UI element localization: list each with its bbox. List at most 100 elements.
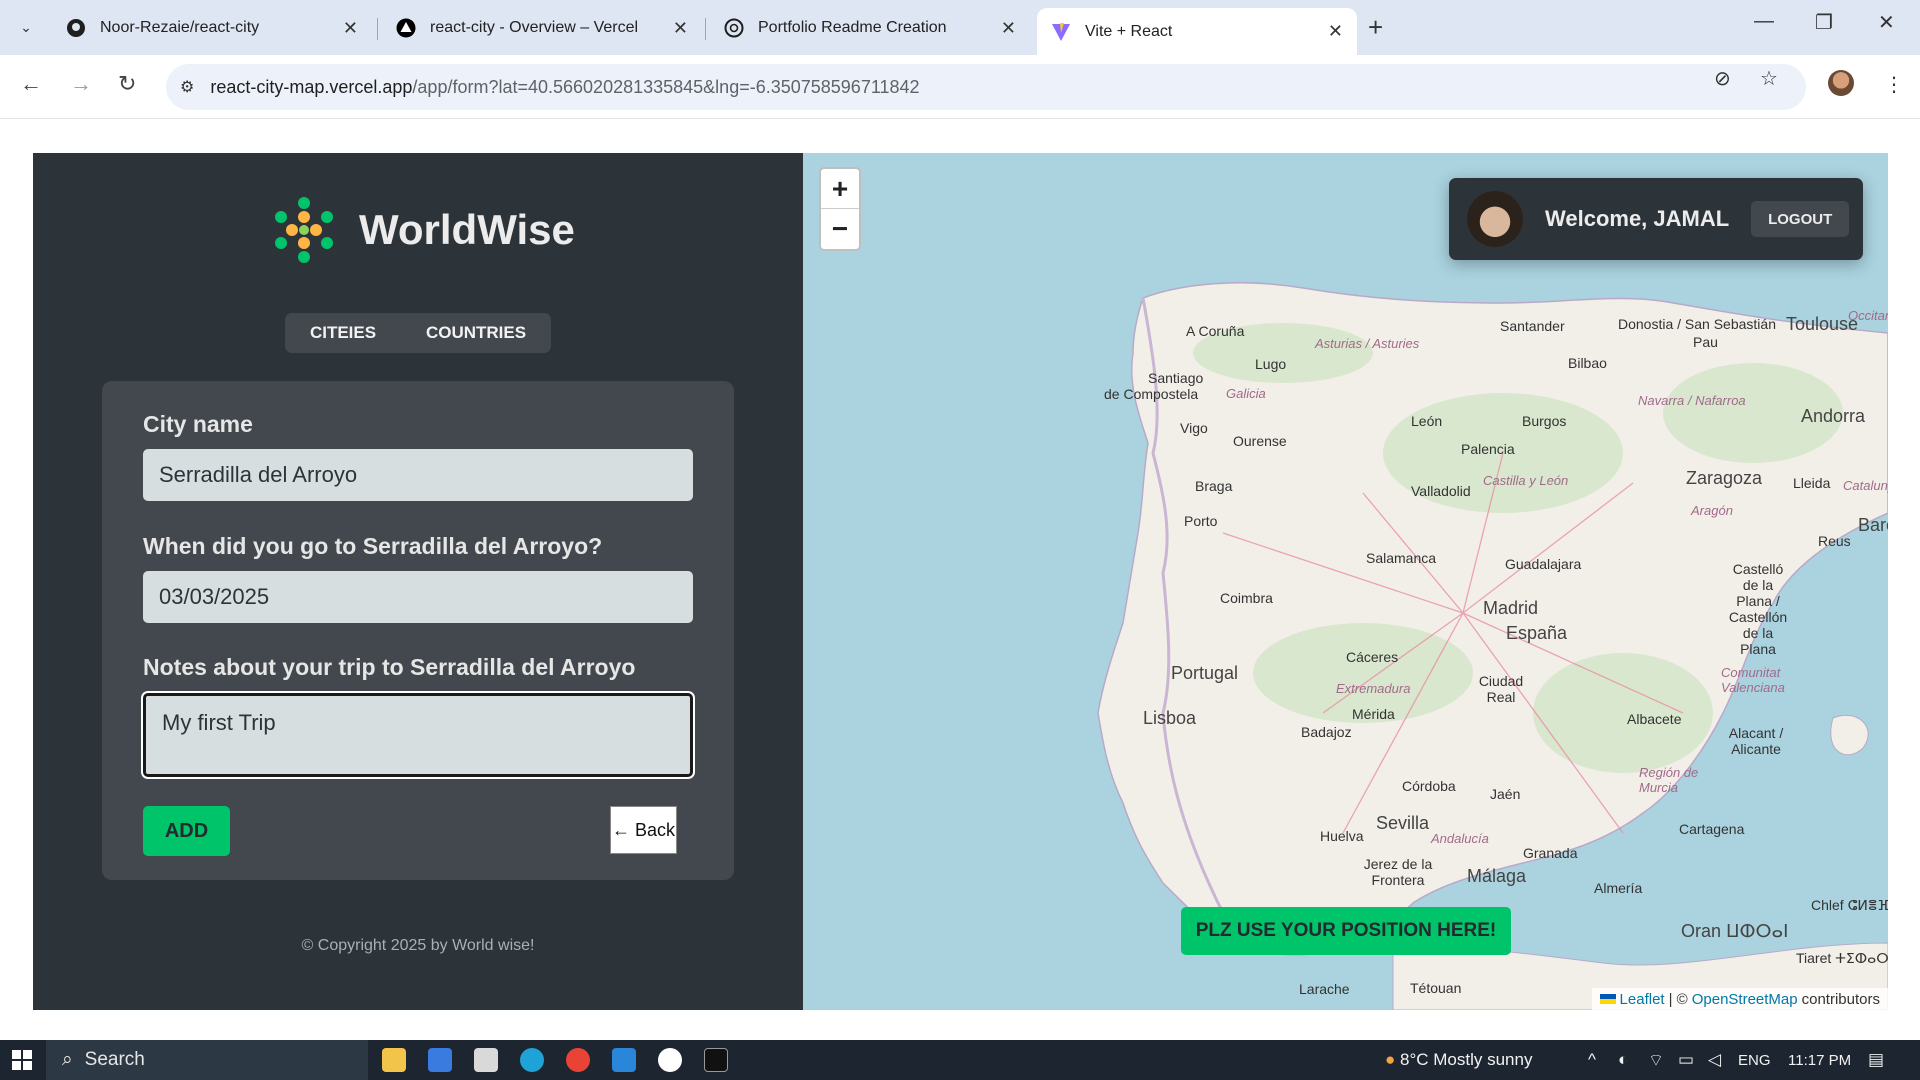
notes-label: Notes about your trip to Serradilla del … [143, 654, 636, 680]
browser-tab-bar: ⌄ Noor-Rezaie/react-city ✕ react-city - … [0, 0, 1920, 55]
notifications-icon[interactable]: ▤ [1868, 1050, 1884, 1070]
map-label: Santiago [1148, 370, 1204, 386]
chrome-icon[interactable] [566, 1048, 590, 1072]
zoom-control: + − [819, 167, 861, 251]
map-label: Oran ⵡⵀⵔⴰⵏ [1681, 921, 1789, 941]
new-tab-button[interactable]: + [1368, 12, 1383, 43]
map-label: Navarra / Nafarroa [1638, 393, 1746, 408]
map-label: Castelló de la Plana / Castellón de la P… [1728, 561, 1788, 657]
map-label: Almería [1594, 880, 1643, 896]
worldwise-logo-icon [269, 195, 339, 265]
map-label: Burgos [1522, 413, 1567, 429]
map-label: A Coruña [1186, 323, 1245, 339]
back-button[interactable]: ← Back [610, 806, 677, 854]
leaflet-flag-icon [1599, 994, 1616, 1004]
profile-avatar[interactable] [1828, 70, 1854, 96]
close-window-icon[interactable]: ✕ [1878, 10, 1895, 35]
map-label: Mérida [1352, 706, 1395, 722]
map-label: Portugal [1171, 663, 1239, 683]
terminal-icon[interactable] [704, 1048, 728, 1072]
tab-vite-react[interactable]: Vite + React ✕ [1037, 8, 1357, 55]
map-label: Santander [1500, 318, 1565, 334]
tab-portfolio[interactable]: Portfolio Readme Creation ✕ [710, 8, 1030, 48]
map-label: Jerez de la Frontera [1363, 856, 1433, 888]
zoom-out-button[interactable]: − [821, 209, 859, 249]
tracking-protection-icon[interactable]: ⊘ [1714, 66, 1731, 91]
map-label: Sevilla [1376, 813, 1430, 833]
file-explorer-icon[interactable] [382, 1048, 406, 1072]
logout-button[interactable]: LOGOUT [1751, 201, 1850, 237]
close-icon[interactable]: ✕ [1001, 18, 1016, 39]
nav-countries[interactable]: COUNTRIES [426, 323, 526, 343]
mail-icon[interactable] [474, 1048, 498, 1072]
map-label: Extremadura [1336, 681, 1411, 696]
windows-start-icon[interactable] [12, 1050, 32, 1075]
map-label: Castilla y León [1483, 473, 1569, 488]
site-info-icon[interactable]: ⚙ [180, 77, 194, 97]
logo[interactable]: WorldWise [267, 193, 575, 267]
map-label: Andalucía [1431, 831, 1489, 846]
map-label: Tétouan [1410, 980, 1462, 996]
map-label: Madrid [1483, 598, 1539, 618]
store-icon[interactable] [428, 1048, 452, 1072]
clock[interactable]: 11:17 PM [1788, 1052, 1851, 1069]
map-label: Larache [1299, 981, 1350, 997]
close-icon[interactable]: ✕ [673, 18, 688, 39]
browser-menu-icon[interactable]: ⋮ [1884, 72, 1904, 97]
language-indicator[interactable]: ENG [1738, 1052, 1771, 1069]
attribution-separator: | © [1668, 990, 1688, 1008]
map-label: Palencia [1461, 441, 1515, 457]
date-input[interactable]: 03/03/2025 [143, 571, 693, 623]
map-label: Occitanie [1848, 308, 1888, 323]
nav-cities[interactable]: CITEIES [310, 323, 376, 343]
reload-icon[interactable]: ↻ [118, 71, 136, 97]
wifi-icon[interactable]: ⌔ [1648, 1050, 1664, 1071]
tab-title: Portfolio Readme Creation [758, 19, 947, 36]
map-label: Córdoba [1402, 778, 1456, 794]
weather-icon: ● [1385, 1050, 1396, 1069]
search-icon: ⌕ [62, 1049, 73, 1070]
volume-icon[interactable]: ◁ [1708, 1050, 1721, 1070]
map-label: Cartagena [1679, 821, 1745, 837]
github-icon [66, 18, 86, 38]
map-label: Donostia / San Sebastián [1618, 316, 1776, 332]
vscode-icon[interactable] [612, 1048, 636, 1072]
tab-github[interactable]: Noor-Rezaie/react-city ✕ [52, 8, 372, 48]
use-position-button[interactable]: PLZ USE YOUR POSITION HERE! [1181, 907, 1511, 955]
close-icon[interactable]: ✕ [343, 18, 358, 39]
close-icon[interactable]: ✕ [1328, 21, 1343, 42]
back-arrow-icon[interactable]: ← [20, 71, 42, 97]
tab-title: Noor-Rezaie/react-city [100, 19, 260, 36]
notes-textarea[interactable]: My first Trip [143, 693, 693, 777]
map-container[interactable]: A Coruña Lugo Santiago de Compostela Gal… [803, 153, 1888, 1010]
map-label: Lleida [1793, 475, 1831, 491]
restore-icon[interactable]: ❐ [1815, 10, 1833, 35]
tab-vercel[interactable]: react-city - Overview – Vercel ✕ [382, 8, 702, 48]
forward-arrow-icon[interactable]: → [70, 71, 92, 97]
avatar [1467, 191, 1523, 247]
vite-icon [1051, 22, 1071, 42]
tab-search-icon[interactable]: ⌄ [10, 12, 42, 42]
weather-widget[interactable]: ● 8°C Mostly sunny [1385, 1050, 1532, 1070]
map-label: Alacant / Alicante [1728, 725, 1784, 757]
map-label: Albacete [1627, 711, 1682, 727]
app-icon[interactable] [658, 1048, 682, 1072]
city-name-input[interactable]: Serradilla del Arroyo [143, 449, 693, 501]
bookmark-star-icon[interactable]: ☆ [1760, 66, 1778, 91]
minimize-icon[interactable]: — [1754, 10, 1774, 33]
battery-icon[interactable]: ▭ [1678, 1050, 1694, 1070]
taskbar-search[interactable]: ⌕ Search [46, 1040, 368, 1080]
zoom-in-button[interactable]: + [821, 169, 859, 209]
app-nav: CITEIES COUNTRIES [285, 313, 551, 353]
tab-title: Vite + React [1085, 22, 1173, 40]
map-label: España [1506, 623, 1568, 643]
leaflet-link[interactable]: Leaflet [1620, 991, 1665, 1008]
tray-chevron-icon[interactable]: ^ [1588, 1050, 1596, 1070]
edge-icon[interactable] [520, 1048, 544, 1072]
network-icon[interactable]: ◐ [1618, 1050, 1628, 1070]
add-button[interactable]: ADD [143, 806, 230, 856]
url-text[interactable]: react-city-map.vercel.app/app/form?lat=4… [210, 77, 919, 98]
city-form: City name Serradilla del Arroyo When did… [102, 381, 734, 880]
osm-link[interactable]: OpenStreetMap [1692, 991, 1798, 1008]
url-bar[interactable]: ⚙ react-city-map.vercel.app/app/form?lat… [166, 64, 1806, 110]
